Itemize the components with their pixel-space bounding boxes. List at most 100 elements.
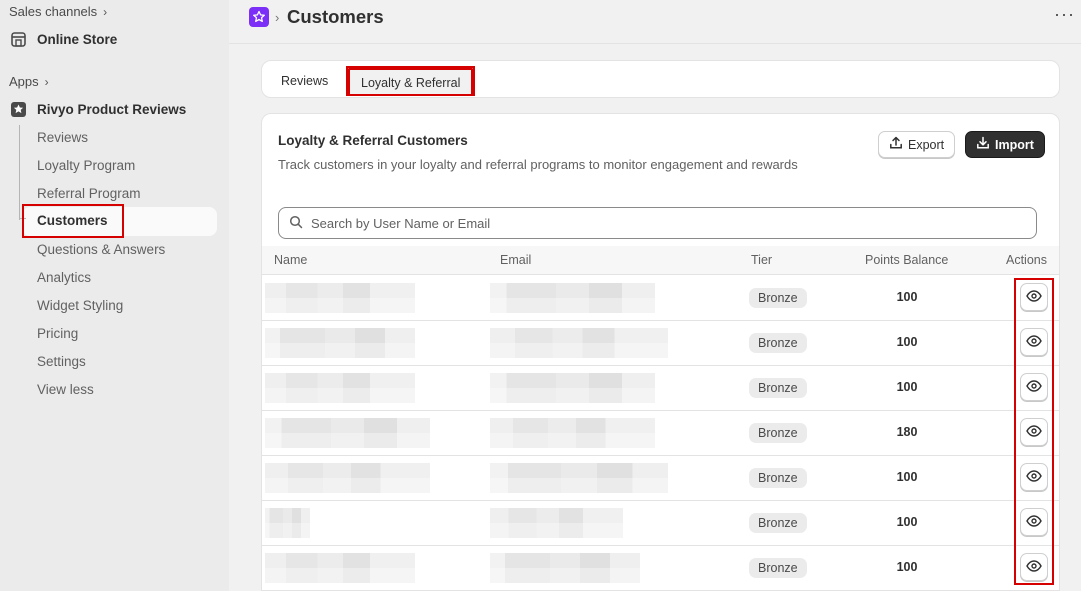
sidebar: Sales channels › Online Store Apps › Riv…: [0, 0, 229, 591]
redacted-name: [265, 553, 415, 583]
tier-badge: Bronze: [749, 333, 807, 353]
eye-icon: [1026, 289, 1042, 305]
column-header-tier[interactable]: Tier: [751, 253, 772, 267]
card-title: Loyalty & Referral Customers: [278, 133, 468, 148]
view-customer-button[interactable]: [1020, 418, 1048, 446]
import-label: Import: [995, 137, 1034, 152]
tier-badge: Bronze: [749, 288, 807, 308]
redacted-name: [265, 508, 310, 538]
eye-icon: [1026, 514, 1042, 530]
sales-channels-label: Sales channels: [9, 4, 98, 19]
redacted-email: [490, 463, 668, 493]
app-logo-icon[interactable]: [249, 7, 269, 27]
sidebar-item-analytics[interactable]: Analytics: [37, 270, 91, 285]
sidebar-item-questions-answers[interactable]: Questions & Answers: [37, 242, 165, 257]
sidebar-item-view-less[interactable]: View less: [37, 382, 94, 397]
sidebar-item-online-store[interactable]: Online Store: [9, 30, 117, 49]
chevron-right-icon: ›: [44, 74, 49, 89]
points-value: 100: [896, 290, 918, 304]
points-value: 100: [896, 470, 918, 484]
tier-badge: Bronze: [749, 468, 807, 488]
table-row: Bronze 100: [262, 321, 1059, 366]
tree-line: [19, 125, 20, 220]
more-icon[interactable]: ···: [1054, 4, 1075, 25]
points-value: 180: [896, 425, 918, 439]
online-store-label: Online Store: [37, 32, 118, 47]
apps-header[interactable]: Apps ›: [9, 74, 49, 89]
view-customer-button[interactable]: [1020, 553, 1048, 581]
search-field[interactable]: [278, 207, 1037, 239]
page-header: › Customers ···: [229, 0, 1081, 44]
table-row: Bronze 100: [262, 546, 1059, 590]
sidebar-item-rivyo-app[interactable]: Rivyo Product Reviews: [9, 100, 186, 119]
table-row: Bronze 100: [262, 456, 1059, 501]
sidebar-item-settings[interactable]: Settings: [37, 354, 86, 369]
tabs-bar: Reviews Loyalty & Referral: [261, 60, 1060, 98]
eye-icon: [1026, 559, 1042, 575]
apps-label: Apps: [9, 74, 39, 89]
redacted-name: [265, 463, 430, 493]
table-row: Bronze 100: [262, 366, 1059, 411]
column-header-email[interactable]: Email: [500, 253, 531, 267]
eye-icon: [1026, 334, 1042, 350]
column-header-name[interactable]: Name: [274, 253, 307, 267]
eye-icon: [1026, 469, 1042, 485]
table-row: Bronze 100: [262, 276, 1059, 321]
redacted-name: [265, 283, 415, 313]
sales-channels-header[interactable]: Sales channels ›: [9, 4, 107, 19]
view-customer-button[interactable]: [1020, 508, 1048, 536]
export-button[interactable]: Export: [878, 131, 956, 158]
search-input[interactable]: [311, 215, 1011, 231]
redacted-name: [265, 328, 415, 358]
view-customer-button[interactable]: [1020, 463, 1048, 491]
redacted-email: [490, 328, 668, 358]
tab-reviews[interactable]: Reviews: [270, 70, 339, 92]
redacted-name: [265, 373, 415, 403]
sidebar-item-customers[interactable]: Customers: [37, 213, 108, 228]
breadcrumb-separator: ›: [275, 10, 280, 25]
chevron-right-icon: ›: [103, 4, 108, 19]
store-icon: [9, 30, 28, 49]
customers-card: Loyalty & Referral Customers Track custo…: [261, 113, 1060, 591]
table-row: Bronze 180: [262, 411, 1059, 456]
points-value: 100: [896, 515, 918, 529]
sidebar-item-reviews[interactable]: Reviews: [37, 130, 88, 145]
eye-icon: [1026, 424, 1042, 440]
table-row: Bronze 100: [262, 501, 1059, 546]
view-customer-button[interactable]: [1020, 283, 1048, 311]
tree-tick: [19, 218, 26, 219]
points-value: 100: [896, 335, 918, 349]
redacted-email: [490, 373, 655, 403]
column-header-actions: Actions: [1006, 253, 1047, 267]
redacted-name: [265, 418, 430, 448]
redacted-email: [490, 508, 623, 538]
redacted-email: [490, 283, 655, 313]
column-header-points-balance[interactable]: Points Balance: [865, 253, 948, 267]
points-value: 100: [896, 380, 918, 394]
view-customer-button[interactable]: [1020, 328, 1048, 356]
table-header: Name Email Tier Points Balance Actions: [262, 246, 1059, 275]
card-subtitle: Track customers in your loyalty and refe…: [278, 157, 798, 172]
tier-badge: Bronze: [749, 558, 807, 578]
import-button[interactable]: Import: [965, 131, 1045, 158]
tab-loyalty-referral[interactable]: Loyalty & Referral: [348, 68, 474, 96]
search-icon: [289, 215, 303, 232]
tier-badge: Bronze: [749, 423, 807, 443]
export-label: Export: [908, 137, 945, 152]
sidebar-item-referral-program[interactable]: Referral Program: [37, 186, 141, 201]
sidebar-item-widget-styling[interactable]: Widget Styling: [37, 298, 123, 313]
app-name-label: Rivyo Product Reviews: [37, 102, 187, 117]
star-badge-icon: [9, 100, 28, 119]
page-title: Customers: [287, 6, 384, 27]
sidebar-item-pricing[interactable]: Pricing: [37, 326, 78, 341]
eye-icon: [1026, 379, 1042, 395]
points-value: 100: [896, 560, 918, 574]
tier-badge: Bronze: [749, 513, 807, 533]
sidebar-item-loyalty-program[interactable]: Loyalty Program: [37, 158, 135, 173]
tier-badge: Bronze: [749, 378, 807, 398]
view-customer-button[interactable]: [1020, 373, 1048, 401]
download-icon: [976, 136, 990, 153]
redacted-email: [490, 418, 655, 448]
upload-icon: [889, 136, 903, 153]
redacted-email: [490, 553, 640, 583]
